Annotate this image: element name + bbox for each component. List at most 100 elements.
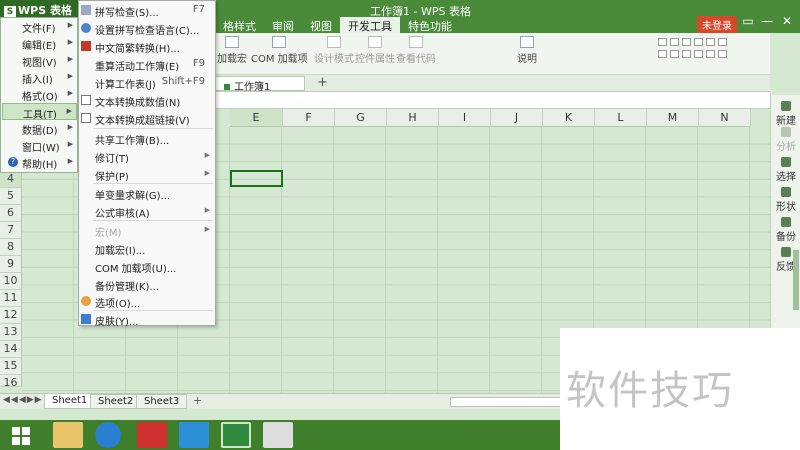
listbox-control-icon[interactable] bbox=[670, 38, 679, 46]
calc-sheet-item[interactable]: 计算工作表(J) Shift+F9 bbox=[79, 74, 215, 91]
help-icon: ? bbox=[8, 157, 18, 167]
menu-edit[interactable]: 编辑(E) ▶ bbox=[2, 35, 77, 52]
row-header[interactable]: 15 bbox=[0, 358, 22, 375]
textbox-control-icon[interactable] bbox=[658, 50, 667, 58]
restore-button[interactable]: ▭ bbox=[740, 14, 756, 28]
radio-control-icon[interactable] bbox=[694, 38, 703, 46]
help-description-button[interactable]: 说明 bbox=[517, 36, 537, 65]
formula-audit-item[interactable]: 公式审核(A) ▶ bbox=[79, 203, 215, 220]
vertical-scrollbar[interactable] bbox=[793, 250, 799, 310]
windows-start-button[interactable] bbox=[6, 422, 36, 448]
control-properties-button[interactable]: 控件属性 bbox=[355, 36, 395, 65]
row-header[interactable]: 8 bbox=[0, 239, 22, 256]
menu-tools[interactable]: 工具(T) ▶ bbox=[2, 103, 77, 121]
skin-item[interactable]: 皮肤(Y)... bbox=[79, 311, 215, 328]
menu-insert[interactable]: 插入(I) ▶ bbox=[2, 69, 77, 86]
app-red-icon[interactable] bbox=[137, 422, 167, 448]
tab-view[interactable]: 视图 bbox=[302, 17, 340, 33]
app-store-icon[interactable] bbox=[179, 422, 209, 448]
menu-data[interactable]: 数据(D) ▶ bbox=[2, 120, 77, 137]
combobox-control-icon[interactable] bbox=[706, 38, 715, 46]
side-shape-button[interactable]: 形状 bbox=[771, 187, 800, 213]
load-macro-item[interactable]: 加载宏(I)... bbox=[79, 240, 215, 257]
menu-help[interactable]: ? 帮助(H) ▶ bbox=[2, 154, 77, 171]
active-cell-e4[interactable] bbox=[230, 170, 283, 187]
sheet-tab[interactable]: Sheet1 bbox=[44, 394, 96, 409]
tab-style[interactable]: 格样式 bbox=[215, 17, 264, 33]
recalc-workbook-item[interactable]: 重算活动工作簿(E) F9 bbox=[79, 56, 215, 73]
column-header[interactable]: E bbox=[230, 109, 283, 127]
row-header[interactable]: 16 bbox=[0, 375, 22, 389]
revision-item[interactable]: 修订(T) ▶ bbox=[79, 148, 215, 165]
options-item[interactable]: 选项(O)... bbox=[79, 293, 215, 310]
tab-review[interactable]: 审阅 bbox=[264, 17, 302, 33]
row-header[interactable]: 10 bbox=[0, 273, 22, 290]
view-code-button[interactable]: 查看代码 bbox=[396, 36, 436, 65]
image-control-icon[interactable] bbox=[706, 50, 715, 58]
column-header[interactable]: L bbox=[595, 109, 647, 127]
minimize-button[interactable]: — bbox=[759, 14, 775, 28]
column-header[interactable]: H bbox=[387, 109, 439, 127]
chinese-convert-item[interactable]: 中文简繁转换(H)... bbox=[79, 38, 215, 55]
com-addin-button[interactable]: COM 加载项 bbox=[251, 36, 308, 65]
load-macro-button[interactable]: 加载宏 bbox=[217, 36, 247, 65]
document-tab[interactable]: 工作簿1 bbox=[215, 76, 305, 93]
row-header[interactable]: 7 bbox=[0, 222, 22, 239]
row-header[interactable]: 4 bbox=[0, 171, 22, 188]
backup-manage-item[interactable]: 备份管理(K)... bbox=[79, 276, 215, 293]
spin-control-icon[interactable] bbox=[718, 38, 727, 46]
add-sheet-button[interactable]: + bbox=[193, 394, 202, 407]
com-addin-item[interactable]: COM 加载项(U)... bbox=[79, 258, 215, 275]
column-header[interactable]: M bbox=[647, 109, 699, 127]
sheet-tab[interactable]: Sheet2 bbox=[90, 394, 142, 409]
side-new-button[interactable]: 新建 bbox=[771, 101, 800, 127]
menu-window[interactable]: 窗口(W) ▶ bbox=[2, 137, 77, 154]
column-header[interactable]: G bbox=[335, 109, 387, 127]
text-to-link-item[interactable]: 文本转换成超链接(V) bbox=[79, 110, 215, 127]
formula-bar[interactable] bbox=[215, 92, 770, 109]
column-header[interactable]: N bbox=[699, 109, 751, 127]
text-to-number-item[interactable]: 文本转换成数值(N) bbox=[79, 92, 215, 109]
wps-app-button[interactable]: S WPS 表格 bbox=[0, 0, 78, 18]
sheet-tab[interactable]: Sheet3 bbox=[136, 394, 188, 409]
menu-format[interactable]: 格式(O) ▶ bbox=[2, 86, 77, 103]
column-header[interactable]: I bbox=[439, 109, 491, 127]
qq-penguin-icon[interactable] bbox=[263, 422, 293, 448]
side-analysis-button[interactable]: 分析 bbox=[771, 127, 800, 153]
sheet-nav-arrows[interactable]: ◀◀◀▶▶ bbox=[3, 395, 43, 405]
scrollbar-control-icon[interactable] bbox=[670, 50, 679, 58]
design-mode-button[interactable]: 设计模式 bbox=[314, 36, 354, 65]
row-header[interactable]: 14 bbox=[0, 341, 22, 358]
spellcheck-item[interactable]: 拼写检查(S)... F7 bbox=[79, 2, 215, 19]
row-header[interactable]: 12 bbox=[0, 307, 22, 324]
file-explorer-icon[interactable] bbox=[53, 422, 83, 448]
menu-file[interactable]: 文件(F) ▶ bbox=[2, 18, 77, 35]
row-header[interactable]: 13 bbox=[0, 324, 22, 341]
button-control-icon[interactable] bbox=[682, 38, 691, 46]
close-button[interactable]: ✕ bbox=[779, 14, 795, 28]
frame-control-icon[interactable] bbox=[682, 50, 691, 58]
internet-explorer-icon[interactable] bbox=[95, 422, 121, 448]
row-header[interactable]: 9 bbox=[0, 256, 22, 273]
column-header[interactable]: K bbox=[543, 109, 595, 127]
column-header[interactable]: J bbox=[491, 109, 543, 127]
row-header[interactable]: 5 bbox=[0, 188, 22, 205]
tab-features[interactable]: 特色功能 bbox=[400, 17, 460, 33]
login-button[interactable]: 未登录 bbox=[697, 16, 737, 33]
wps-spreadsheet-taskbar-icon[interactable] bbox=[221, 422, 251, 448]
column-header[interactable]: F bbox=[283, 109, 335, 127]
goal-seek-item[interactable]: 单变量求解(G)... bbox=[79, 185, 215, 202]
row-header[interactable]: 6 bbox=[0, 205, 22, 222]
menu-view[interactable]: 视图(V) ▶ bbox=[2, 52, 77, 69]
row-header[interactable]: 11 bbox=[0, 290, 22, 307]
toggle-control-icon[interactable] bbox=[718, 50, 727, 58]
side-select-button[interactable]: 选择 bbox=[771, 157, 800, 183]
protect-item[interactable]: 保护(P) ▶ bbox=[79, 166, 215, 183]
new-document-button[interactable]: + bbox=[317, 75, 328, 90]
label-control-icon[interactable] bbox=[694, 50, 703, 58]
spellcheck-language-item[interactable]: 设置拼写检查语言(C)... bbox=[79, 20, 215, 37]
tab-developer[interactable]: 开发工具 bbox=[340, 17, 400, 33]
share-workbook-item[interactable]: 共享工作簿(B)... bbox=[79, 130, 215, 147]
side-backup-button[interactable]: 备份 bbox=[771, 217, 800, 243]
checkbox-control-icon[interactable] bbox=[658, 38, 667, 46]
